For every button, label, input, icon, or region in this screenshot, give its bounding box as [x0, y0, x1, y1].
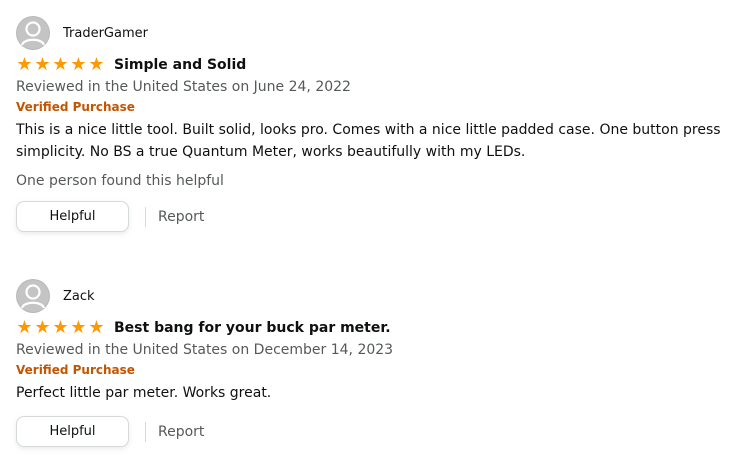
- review-title[interactable]: Simple and Solid: [114, 57, 246, 73]
- review-title-row: ★ ★ ★ ★ ★ Best bang for your buck par me…: [16, 318, 751, 338]
- review-title-row: ★ ★ ★ ★ ★ Simple and Solid: [16, 55, 751, 75]
- star-icon: ★: [34, 54, 51, 75]
- review-date: Reviewed in the United States on June 24…: [16, 79, 351, 95]
- review-actions: Helpful Report: [16, 416, 751, 447]
- report-link[interactable]: Report: [158, 209, 204, 225]
- helpful-button[interactable]: Helpful: [16, 201, 129, 232]
- star-icon: ★: [34, 317, 51, 338]
- review-card: TraderGamer ★ ★ ★ ★ ★ Simple and Solid R…: [16, 16, 751, 232]
- verified-purchase-badge[interactable]: Verified Purchase: [16, 362, 751, 379]
- review-date: Reviewed in the United States on Decembe…: [16, 342, 394, 358]
- star-rating[interactable]: ★ ★ ★ ★ ★: [16, 319, 105, 337]
- review-body-line: simplicity. No BS a true Quantum Meter, …: [16, 144, 526, 160]
- star-icon: ★: [70, 317, 87, 338]
- review-card: Zack ★ ★ ★ ★ ★ Best bang for your buck p…: [16, 279, 751, 447]
- helpful-button[interactable]: Helpful: [16, 416, 129, 447]
- star-rating[interactable]: ★ ★ ★ ★ ★: [16, 56, 105, 74]
- divider: [145, 421, 146, 442]
- divider: [145, 206, 146, 227]
- report-link[interactable]: Report: [158, 424, 204, 440]
- review-title[interactable]: Best bang for your buck par meter.: [114, 320, 391, 336]
- review-body: Perfect little par meter. Works great.: [16, 382, 751, 404]
- avatar-icon: [16, 16, 50, 50]
- star-icon: ★: [16, 317, 33, 338]
- reviewer-profile[interactable]: TraderGamer: [16, 16, 751, 50]
- star-icon: ★: [88, 54, 105, 75]
- reviewer-name[interactable]: TraderGamer: [63, 26, 148, 41]
- star-icon: ★: [52, 54, 69, 75]
- star-icon: ★: [88, 317, 105, 338]
- reviewer-name[interactable]: Zack: [63, 289, 95, 304]
- reviewer-profile[interactable]: Zack: [16, 279, 751, 313]
- review-actions: Helpful Report: [16, 201, 751, 232]
- review-body-line: This is a nice little tool. Built solid,…: [16, 122, 721, 138]
- helpful-count: One person found this helpful: [16, 173, 224, 189]
- review-body-line: Perfect little par meter. Works great.: [16, 385, 272, 401]
- review-body: This is a nice little tool. Built solid,…: [16, 119, 751, 163]
- star-icon: ★: [70, 54, 87, 75]
- avatar-icon: [16, 279, 50, 313]
- verified-purchase-badge[interactable]: Verified Purchase: [16, 99, 751, 116]
- star-icon: ★: [16, 54, 33, 75]
- star-icon: ★: [52, 317, 69, 338]
